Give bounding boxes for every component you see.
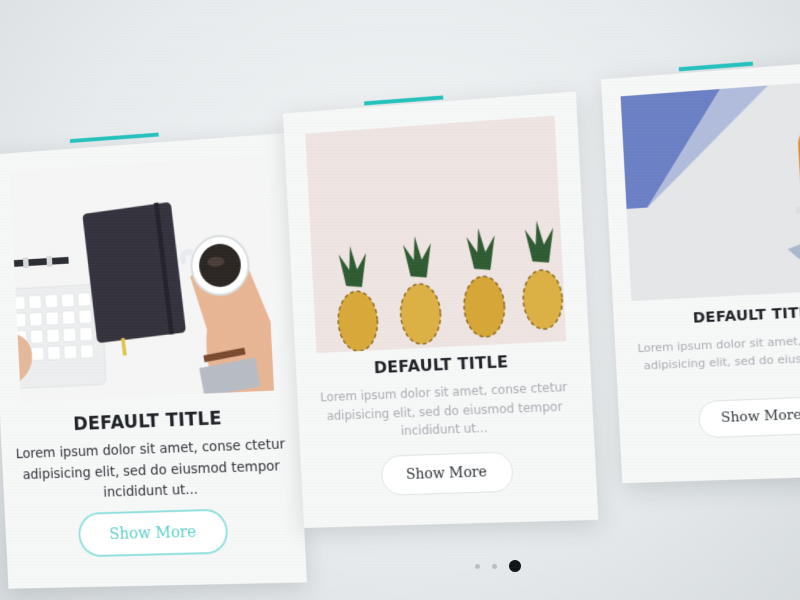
card-2-show-more-button[interactable]: Show More	[380, 451, 514, 496]
card-3[interactable]: DEFAULT TITLE Lorem ipsum dolor sit amet…	[601, 57, 800, 483]
card-1-show-more-button[interactable]: Show More	[77, 508, 228, 557]
card-2-title: DEFAULT TITLE	[296, 348, 591, 380]
card-1-title: DEFAULT TITLE	[0, 404, 299, 437]
card-3-title: DEFAULT TITLE	[613, 300, 800, 331]
card-3-show-more-button[interactable]: Show More	[698, 396, 800, 438]
card-2-accent-bar	[364, 95, 443, 105]
card-3-description: Lorem ipsum dolor sit amet, conse ctetur…	[634, 328, 800, 375]
card-carousel: DEFAULT TITLE Lorem ipsum dolor sit amet…	[8, 0, 800, 600]
card-1-description: Lorem ipsum dolor sit amet, conse ctetur…	[5, 434, 299, 507]
card-1[interactable]: DEFAULT TITLE Lorem ipsum dolor sit amet…	[0, 133, 307, 589]
card-3-image	[621, 78, 800, 301]
pagination-dot-1[interactable]	[475, 564, 480, 569]
wall-window-image	[621, 78, 800, 301]
card-2[interactable]: DEFAULT TITLE Lorem ipsum dolor sit amet…	[283, 92, 598, 528]
carousel-stage: DEFAULT TITLE Lorem ipsum dolor sit amet…	[0, 0, 800, 600]
pineapples-image	[305, 116, 566, 353]
pagination-dot-3-active[interactable]	[509, 560, 521, 572]
card-2-description: Lorem ipsum dolor sit amet, conse ctetur…	[314, 378, 575, 444]
card-1-accent-bar	[70, 133, 159, 143]
card-3-accent-bar	[679, 62, 753, 72]
carousel-pagination	[475, 560, 521, 572]
card-2-image	[305, 116, 566, 353]
card-1-image	[10, 155, 274, 402]
pagination-dot-2[interactable]	[492, 564, 497, 569]
desk-notebook-coffee-image	[10, 155, 274, 402]
